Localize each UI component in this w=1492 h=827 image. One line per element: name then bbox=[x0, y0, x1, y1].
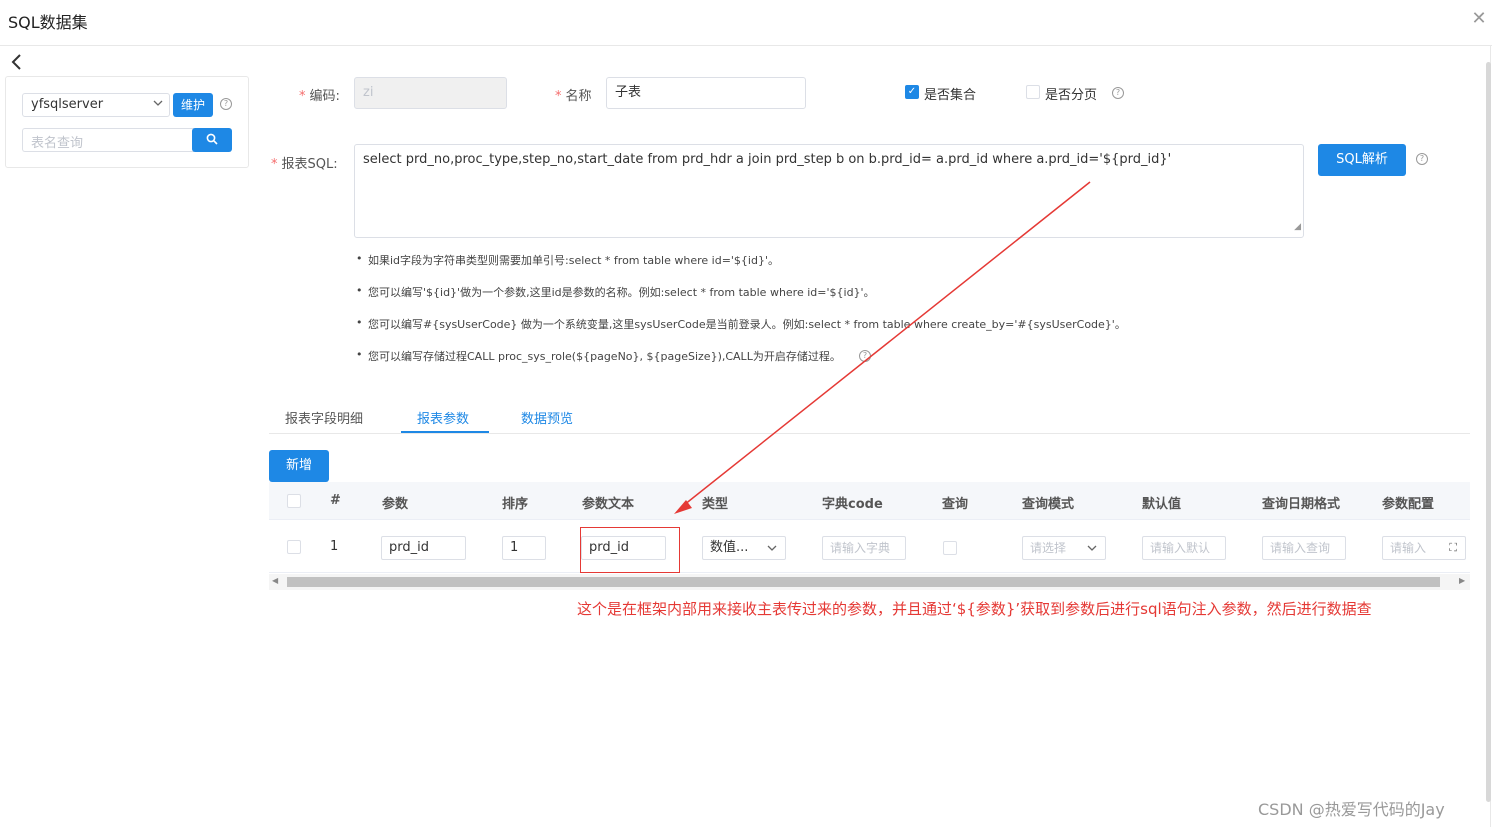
table-row: 1 prd_id 1 prd_id 数值... 请输入字典 请选择 请输入默认 … bbox=[269, 521, 1470, 573]
scroll-left-icon[interactable]: ◀ bbox=[272, 576, 278, 585]
search-button[interactable] bbox=[192, 128, 232, 152]
query-checkbox[interactable] bbox=[943, 541, 957, 555]
name-label: * 名称 bbox=[555, 89, 592, 104]
type-select[interactable]: 数值... bbox=[702, 536, 786, 560]
date-format-input[interactable]: 请输入查询 bbox=[1262, 536, 1346, 560]
back-arrow-icon[interactable] bbox=[10, 53, 28, 71]
is-collection-label: 是否集合 bbox=[924, 88, 977, 103]
sql-label: * 报表SQL: bbox=[271, 157, 338, 172]
is-paging-checkbox[interactable] bbox=[1026, 85, 1040, 99]
highlight-box bbox=[580, 527, 680, 573]
table-header: # 参数 排序 参数文本 类型 字典code 查询 查询模式 默认值 查询日期格… bbox=[269, 482, 1470, 520]
maintain-button[interactable]: 维护 bbox=[173, 93, 213, 117]
sql-tips-list: 如果id字段为字符串类型则需要加单引号:select * from table … bbox=[354, 252, 1254, 380]
col-param: 参数 bbox=[382, 497, 409, 512]
tab-divider bbox=[269, 433, 1470, 434]
datasource-select[interactable]: yfsqlserver bbox=[22, 93, 170, 117]
add-button[interactable]: 新增 bbox=[269, 450, 329, 482]
col-default-value: 默认值 bbox=[1142, 497, 1182, 512]
vertical-scrollbar[interactable] bbox=[1486, 62, 1491, 802]
code-label: * 编码: bbox=[299, 89, 340, 104]
dialog-title: SQL数据集 bbox=[8, 13, 88, 32]
row-checkbox[interactable] bbox=[287, 540, 301, 554]
chevron-down-icon bbox=[153, 98, 163, 111]
is-collection-checkbox[interactable]: ✓ bbox=[905, 85, 919, 99]
expand-icon[interactable]: ⛶ bbox=[1449, 537, 1457, 559]
header-divider bbox=[0, 45, 1492, 46]
annotation-text: 这个是在框架内部用来接收主表传过来的参数，并且通过‘${参数}’获取到参数后进行… bbox=[577, 600, 1372, 618]
search-icon bbox=[206, 133, 218, 145]
order-input[interactable]: 1 bbox=[502, 536, 546, 560]
help-icon[interactable]: ? bbox=[1416, 153, 1428, 165]
col-index: # bbox=[330, 493, 341, 508]
dict-code-input[interactable]: 请输入字典 bbox=[822, 536, 906, 560]
resize-handle-icon[interactable]: ◢ bbox=[1294, 218, 1301, 236]
col-date-format: 查询日期格式 bbox=[1262, 497, 1341, 512]
query-mode-select[interactable]: 请选择 bbox=[1022, 536, 1106, 560]
col-param-config: 参数配置 bbox=[1382, 497, 1435, 512]
active-tab-indicator bbox=[401, 431, 489, 433]
sql-parse-button[interactable]: SQL解析 bbox=[1318, 144, 1406, 176]
tab-params[interactable]: 报表参数 bbox=[417, 408, 469, 427]
tip-item: 您可以编写'${id}'做为一个参数,这里id是参数的名称。例如:select … bbox=[354, 284, 1254, 316]
col-type: 类型 bbox=[702, 497, 729, 512]
name-input[interactable]: 子表 bbox=[606, 77, 806, 109]
close-icon[interactable]: ✕ bbox=[1470, 10, 1488, 28]
sql-text: select prd_no,proc_type,step_no,start_da… bbox=[363, 152, 1172, 167]
sql-textarea[interactable]: select prd_no,proc_type,step_no,start_da… bbox=[354, 144, 1304, 238]
param-config-input[interactable]: 请输入 ⛶ bbox=[1382, 536, 1466, 560]
chevron-down-icon bbox=[767, 537, 777, 559]
help-icon[interactable]: ? bbox=[859, 350, 871, 362]
tip-item: 您可以编写存储过程CALL proc_sys_role(${pageNo}, $… bbox=[354, 348, 1254, 380]
tip-item: 您可以编写#{sysUserCode} 做为一个系统变量,这里sysUserCo… bbox=[354, 316, 1254, 348]
select-all-checkbox[interactable] bbox=[287, 494, 301, 508]
table-search-input[interactable]: 表名查询 bbox=[22, 128, 194, 152]
row-index: 1 bbox=[330, 539, 339, 554]
default-value-input[interactable]: 请输入默认 bbox=[1142, 536, 1226, 560]
datasource-panel bbox=[5, 76, 249, 168]
datasource-value: yfsqlserver bbox=[31, 97, 104, 112]
col-dict-code: 字典code bbox=[822, 497, 883, 512]
param-input[interactable]: prd_id bbox=[381, 536, 466, 560]
help-icon[interactable]: ? bbox=[1112, 87, 1124, 99]
code-input: zi bbox=[354, 77, 507, 109]
is-paging-label: 是否分页 bbox=[1045, 88, 1098, 103]
help-icon[interactable]: ? bbox=[220, 98, 232, 110]
query-mode-placeholder: 请选择 bbox=[1030, 541, 1067, 555]
scroll-right-icon[interactable]: ▶ bbox=[1459, 576, 1465, 585]
col-query-mode: 查询模式 bbox=[1022, 497, 1075, 512]
col-param-text: 参数文本 bbox=[582, 497, 635, 512]
col-query: 查询 bbox=[942, 497, 969, 512]
param-config-placeholder: 请输入 bbox=[1390, 541, 1427, 555]
tab-fields[interactable]: 报表字段明细 bbox=[285, 408, 363, 427]
tab-preview[interactable]: 数据预览 bbox=[521, 408, 573, 427]
col-order: 排序 bbox=[502, 497, 529, 512]
tip-item: 如果id字段为字符串类型则需要加单引号:select * from table … bbox=[354, 252, 1254, 284]
watermark: CSDN @热爱写代码的Jay bbox=[1258, 800, 1445, 819]
chevron-down-icon bbox=[1087, 537, 1097, 559]
horizontal-scroll-thumb[interactable] bbox=[287, 577, 1440, 587]
type-value: 数值... bbox=[710, 540, 749, 555]
